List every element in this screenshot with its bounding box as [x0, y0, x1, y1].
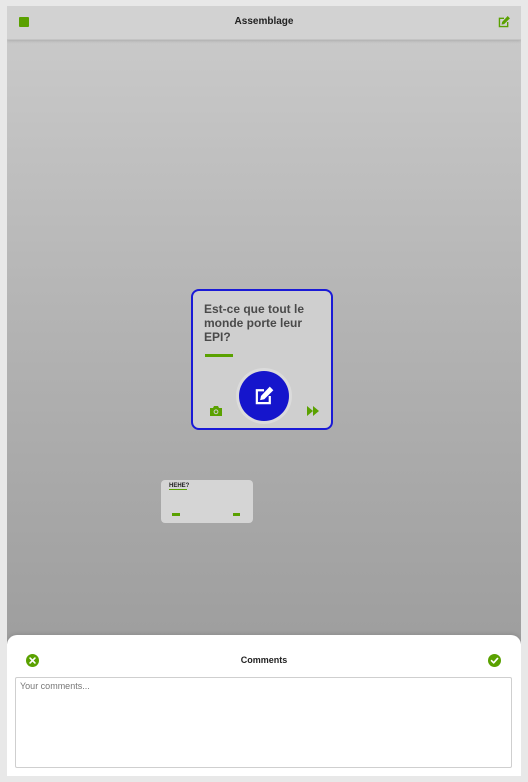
page-title: Assemblage — [234, 16, 294, 27]
question-card[interactable]: Est-ce que tout le monde porte leur EPI? — [191, 289, 333, 430]
edit-icon[interactable] — [497, 15, 511, 29]
card-underline — [205, 354, 233, 357]
edit-answer-button[interactable] — [239, 371, 289, 421]
camera-icon[interactable] — [209, 405, 223, 417]
comments-panel: Comments — [7, 635, 521, 776]
check-circle-icon[interactable] — [488, 654, 501, 667]
comments-input[interactable] — [15, 677, 512, 768]
mini-camera-icon — [172, 513, 180, 516]
fast-forward-icon[interactable] — [306, 405, 320, 417]
comments-title: Comments — [240, 655, 288, 665]
card-question: Est-ce que tout le monde porte leur EPI? — [204, 302, 305, 344]
edit-icon — [255, 386, 274, 405]
mini-card-underline — [169, 489, 187, 490]
top-bar: Assemblage — [7, 6, 521, 40]
next-question-card[interactable]: HEHE? — [161, 480, 253, 523]
canvas-stage: Est-ce que tout le monde porte leur EPI?… — [7, 40, 521, 644]
mini-card-text: HEHE? — [169, 483, 190, 487]
mini-fast-forward-icon — [233, 513, 240, 516]
app-frame: Assemblage Est-ce que tout le monde port… — [7, 6, 521, 776]
